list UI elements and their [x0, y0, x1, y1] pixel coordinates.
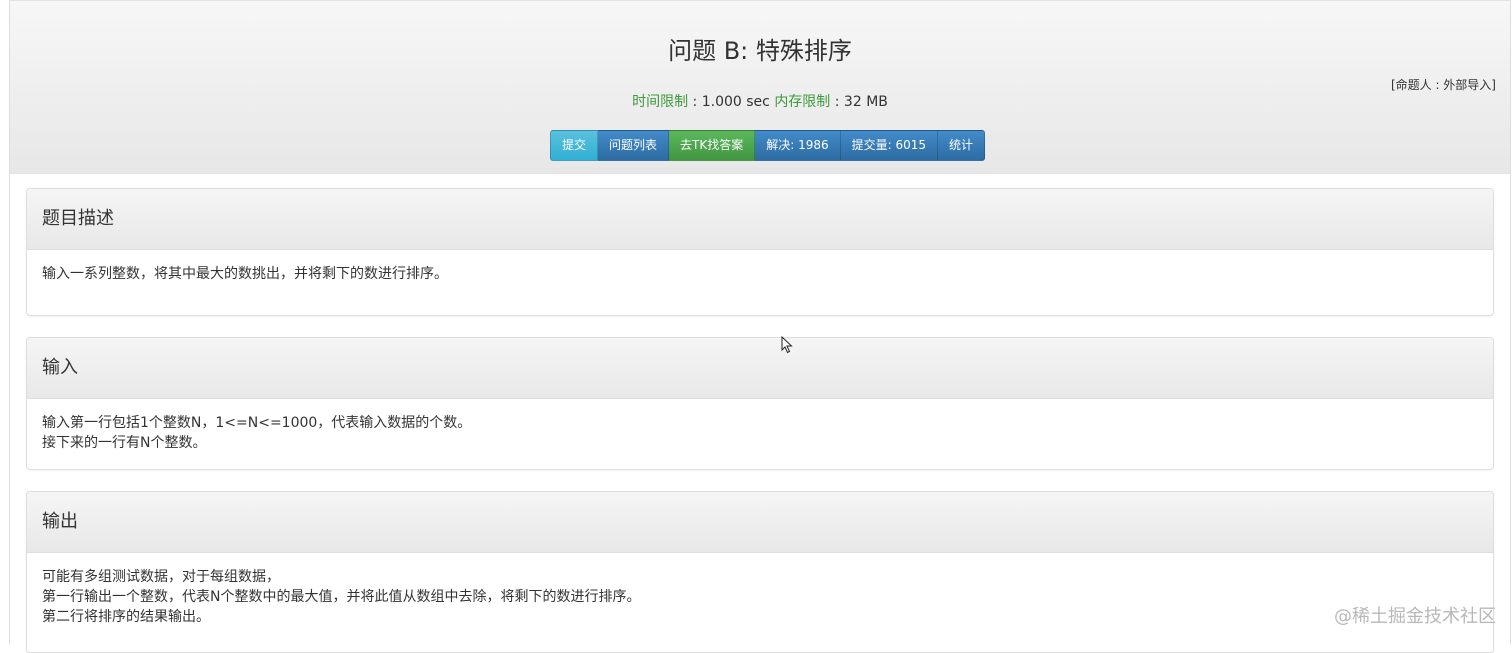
time-limit-label: 时间限制 [632, 94, 689, 110]
description-line: 输入一系列整数，将其中最大的数挑出，并将剩下的数进行排序。 [42, 266, 448, 282]
memory-limit-value: : 32 MB [830, 94, 888, 110]
input-line: 接下来的一行有N个整数。 [42, 435, 207, 451]
description-body: 输入一系列整数，将其中最大的数挑出，并将剩下的数进行排序。 [27, 250, 1493, 298]
toolbar: 提交 问题列表 去TK找答案 解决: 1986 提交量: 6015 统计 [550, 130, 986, 161]
description-panel: 题目描述 输入一系列整数，将其中最大的数挑出，并将剩下的数进行排序。 [26, 188, 1494, 316]
problem-list-button[interactable]: 问题列表 [598, 130, 670, 161]
find-answer-button[interactable]: 去TK找答案 [669, 130, 756, 161]
output-line: 第二行将排序的结果输出。 [42, 609, 210, 625]
submissions-count-button[interactable]: 提交量: 6015 [840, 130, 939, 161]
output-heading: 输出 [27, 492, 1493, 553]
output-line: 可能有多组测试数据，对于每组数据， [42, 569, 280, 585]
page-frame: 问题 B: 特殊排序 [命题人 : 外部导入] 时间限制 : 1.000 sec… [9, 0, 1511, 653]
problem-header: 问题 B: 特殊排序 [命题人 : 外部导入] 时间限制 : 1.000 sec… [10, 0, 1510, 174]
output-body: 可能有多组测试数据，对于每组数据， 第一行输出一个整数，代表N个整数中的最大值，… [27, 553, 1493, 641]
stats-button[interactable]: 统计 [938, 130, 986, 161]
submit-button[interactable]: 提交 [550, 130, 599, 161]
output-panel: 输出 可能有多组测试数据，对于每组数据， 第一行输出一个整数，代表N个整数中的最… [26, 491, 1494, 653]
solved-count-button[interactable]: 解决: 1986 [755, 130, 841, 161]
mouse-cursor-icon [781, 336, 793, 354]
input-heading: 输入 [27, 338, 1493, 399]
input-body: 输入第一行包括1个整数N，1<=N<=1000，代表输入数据的个数。 接下来的一… [27, 399, 1493, 467]
input-line: 输入第一行包括1个整数N，1<=N<=1000，代表输入数据的个数。 [42, 415, 472, 431]
time-limit-value: : 1.000 sec [688, 94, 775, 110]
input-panel: 输入 输入第一行包括1个整数N，1<=N<=1000，代表输入数据的个数。 接下… [26, 337, 1494, 470]
watermark: @稀土掘金技术社区 [1334, 606, 1496, 627]
output-line: 第一行输出一个整数，代表N个整数中的最大值，并将此值从数组中去除，将剩下的数进行… [42, 589, 641, 605]
page-title: 问题 B: 特殊排序 [668, 37, 852, 65]
limits-line: 时间限制 : 1.000 sec 内存限制 : 32 MB [10, 91, 1510, 111]
memory-limit-label: 内存限制 [774, 94, 831, 110]
description-heading: 题目描述 [27, 189, 1493, 250]
